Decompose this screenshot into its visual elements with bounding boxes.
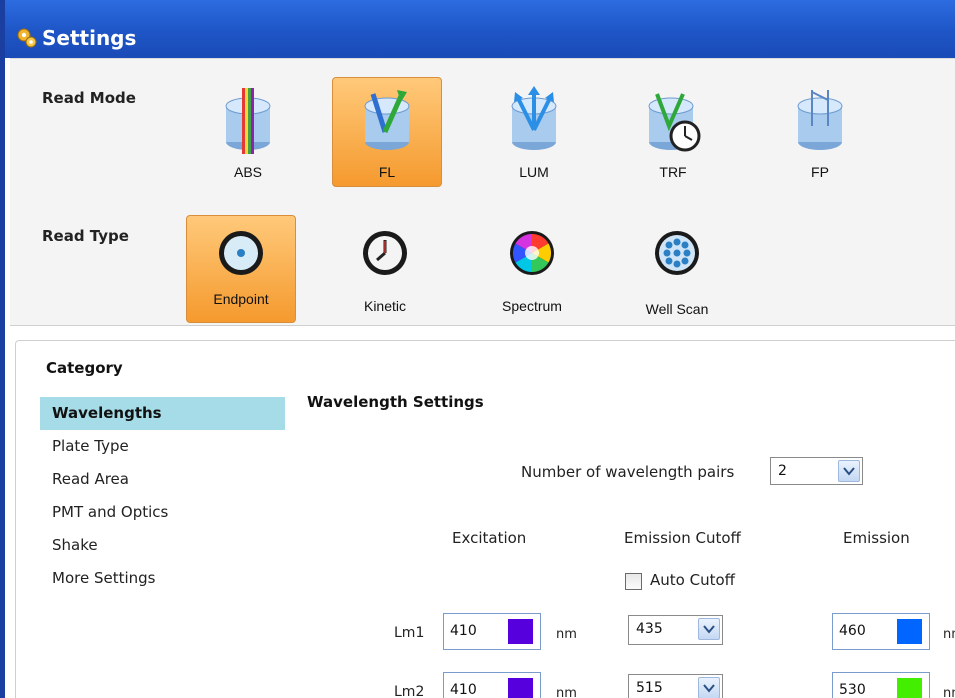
clock-icon (363, 231, 407, 275)
gears-icon (17, 28, 37, 48)
row-label-lm1: Lm1 (394, 625, 425, 641)
settings-window: Settings Read Mode ABS FL LUM TRF FP Rea… (0, 0, 955, 698)
excitation-field-lm2[interactable]: 410 (443, 672, 541, 698)
color-wheel-icon (510, 231, 554, 275)
excitation-field-lm1[interactable]: 410 (443, 613, 541, 650)
read-mode-abs[interactable]: ABS (193, 77, 303, 187)
unit-emission-lm2: nm (943, 686, 955, 698)
category-item-more-settings[interactable]: More Settings (40, 562, 285, 595)
excitation-value-lm2: 410 (450, 682, 477, 698)
emission-value-lm2: 530 (839, 682, 866, 698)
emission-color-swatch-lm1 (897, 619, 922, 644)
cutoff-select-lm2[interactable]: 515 (628, 674, 723, 698)
abs-mode-icon (225, 88, 271, 154)
kinetic-label: Kinetic (363, 298, 407, 314)
read-type-spectrum[interactable]: Spectrum (477, 215, 587, 323)
pairs-label: Number of wavelength pairs (521, 463, 735, 481)
read-mode-fl[interactable]: FL (332, 77, 442, 187)
excitation-color-swatch-lm2 (508, 678, 533, 698)
pairs-select[interactable]: 2 (770, 457, 863, 485)
cutoff-value-lm2: 515 (636, 680, 663, 696)
read-mode-trf[interactable]: TRF (618, 77, 728, 187)
lum-mode-icon (511, 86, 557, 150)
category-title: Category (46, 359, 123, 377)
category-item-pmt-optics[interactable]: PMT and Optics (40, 496, 285, 529)
wavelength-settings-title: Wavelength Settings (307, 393, 484, 411)
emission-color-swatch-lm2 (897, 678, 922, 698)
auto-cutoff-label: Auto Cutoff (650, 571, 735, 589)
unit-emission-lm1: nm (943, 627, 955, 642)
read-mode-panel: Read Mode ABS FL LUM TRF FP (10, 58, 955, 206)
abs-label: ABS (233, 164, 262, 180)
row-label-lm2: Lm2 (394, 684, 425, 698)
emission-field-lm2[interactable]: 530 (832, 672, 930, 698)
fp-label: FP (811, 164, 829, 180)
well-scan-label: Well Scan (645, 301, 709, 317)
lum-label: LUM (519, 164, 549, 180)
excitation-color-swatch-lm1 (508, 619, 533, 644)
settings-content: Category Wavelengths Plate Type Read Are… (15, 340, 955, 698)
trf-label: TRF (659, 164, 687, 180)
chevron-down-icon[interactable] (838, 460, 860, 482)
chevron-down-icon[interactable] (698, 618, 720, 640)
read-mode-label: Read Mode (42, 89, 136, 107)
read-type-panel: Read Type Endpoint Kinetic Spectrum Well… (10, 205, 955, 326)
category-item-plate-type[interactable]: Plate Type (40, 430, 285, 463)
fp-mode-icon (797, 90, 843, 150)
read-mode-fp[interactable]: FP (765, 77, 875, 187)
read-type-endpoint[interactable]: Endpoint (186, 215, 296, 323)
cutoff-select-lm1[interactable]: 435 (628, 615, 723, 645)
unit-excitation-lm2: nm (556, 686, 577, 698)
excitation-value-lm1: 410 (450, 623, 477, 639)
chevron-down-icon[interactable] (698, 677, 720, 698)
category-item-read-area[interactable]: Read Area (40, 463, 285, 496)
read-type-kinetic[interactable]: Kinetic (330, 215, 440, 323)
endpoint-label: Endpoint (213, 291, 269, 307)
emission-cutoff-header: Emission Cutoff (624, 529, 741, 547)
category-item-shake[interactable]: Shake (40, 529, 285, 562)
title-bar: Settings (5, 0, 955, 58)
emission-header: Emission (843, 529, 910, 547)
read-type-well-scan[interactable]: Well Scan (622, 215, 732, 323)
category-item-wavelengths[interactable]: Wavelengths (40, 397, 285, 430)
fl-label: FL (378, 164, 396, 180)
excitation-header: Excitation (452, 529, 527, 547)
endpoint-icon (219, 231, 263, 275)
well-grid-icon (655, 231, 699, 275)
unit-excitation-lm1: nm (556, 627, 577, 642)
fl-mode-icon (364, 90, 410, 150)
read-type-label: Read Type (42, 227, 129, 245)
cutoff-value-lm1: 435 (636, 621, 663, 637)
spectrum-label: Spectrum (502, 298, 562, 314)
auto-cutoff-checkbox[interactable] (625, 573, 642, 590)
trf-mode-icon (648, 93, 701, 152)
emission-field-lm1[interactable]: 460 (832, 613, 930, 650)
category-list: Wavelengths Plate Type Read Area PMT and… (40, 397, 285, 595)
pairs-value: 2 (778, 463, 787, 479)
emission-value-lm1: 460 (839, 623, 866, 639)
read-mode-lum[interactable]: LUM (479, 77, 589, 187)
window-title: Settings (42, 26, 137, 50)
